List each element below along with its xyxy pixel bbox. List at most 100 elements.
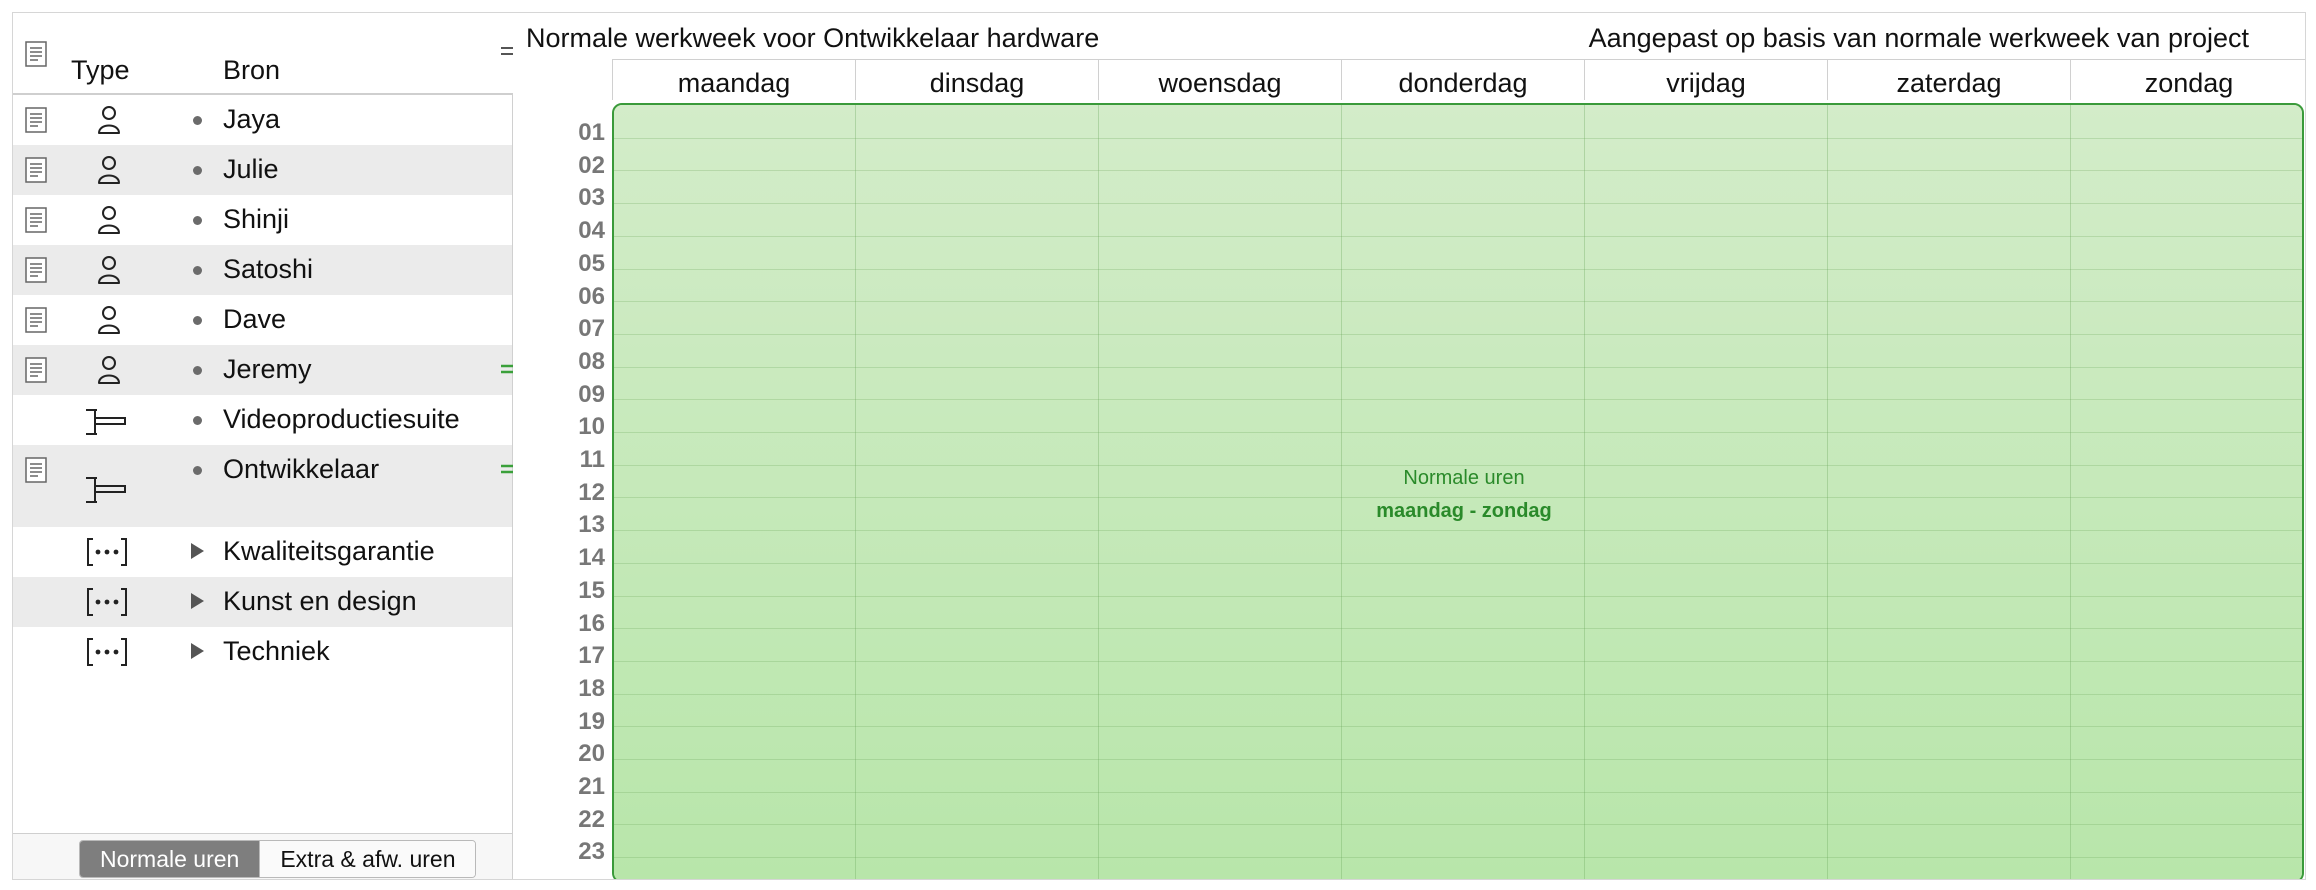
person-icon xyxy=(91,304,127,341)
note-icon[interactable] xyxy=(25,307,47,338)
bullet-icon xyxy=(193,116,202,125)
hour-gridline xyxy=(614,530,2302,532)
tab-extra-hours[interactable]: Extra & afw. uren xyxy=(259,841,476,877)
hour-label: 12 xyxy=(578,478,605,506)
hour-gridline xyxy=(614,333,2302,335)
resource-row[interactable]: Jaya xyxy=(13,95,512,145)
resource-name: Ontwikkelaar xyxy=(223,454,380,484)
hour-label: 03 xyxy=(578,184,605,212)
resource-name: Jaya xyxy=(223,104,281,134)
person-icon xyxy=(91,204,127,241)
note-icon[interactable] xyxy=(25,207,47,238)
note-icon[interactable] xyxy=(25,257,47,288)
tab-normal-hours[interactable]: Normale uren xyxy=(80,841,260,877)
bullet-icon xyxy=(193,416,202,425)
hour-gridline xyxy=(614,301,2302,303)
note-column-icon[interactable] xyxy=(25,41,47,72)
hour-gridline xyxy=(614,366,2302,368)
resource-row[interactable]: Ontwikkelaar xyxy=(13,445,513,527)
hour-gridline xyxy=(614,432,2302,433)
day-header-maandag[interactable]: maandag xyxy=(612,60,855,100)
block-range: maandag - zondag xyxy=(1376,500,1552,522)
hour-label: 18 xyxy=(578,674,605,702)
resource-row[interactable]: Techniek xyxy=(13,627,512,677)
note-icon[interactable] xyxy=(25,157,47,188)
resource-calendar-window: Type Bron Jaya Julie Shinji Satoshi Dave Jere… xyxy=(12,12,2306,880)
row-handle-icon[interactable] xyxy=(501,463,513,482)
bullet-icon xyxy=(193,466,202,475)
hour-gridline xyxy=(614,268,2302,270)
hour-gridline xyxy=(614,791,2302,793)
block-caption: Normale uren xyxy=(1403,467,1525,489)
note-icon[interactable] xyxy=(25,107,47,138)
hour-label: 20 xyxy=(578,740,605,768)
resource-row[interactable]: Jeremy xyxy=(13,345,513,395)
normal-hours-block[interactable]: Normale uren maandag - zondag xyxy=(612,103,2304,879)
bullet-icon xyxy=(193,216,202,225)
resource-row[interactable]: Kunst en design xyxy=(13,577,512,627)
hour-label: 15 xyxy=(578,576,605,604)
resource-name: Kunst en design xyxy=(223,586,417,616)
hour-gridline xyxy=(614,759,2302,760)
note-icon[interactable] xyxy=(25,357,47,388)
column-header-source[interactable]: Bron xyxy=(223,55,280,86)
hour-label: 10 xyxy=(578,413,605,441)
hour-label: 16 xyxy=(578,609,605,637)
day-header-row: maandag dinsdag woensdag donderdag vrijdag za… xyxy=(612,59,2305,100)
hour-label: 04 xyxy=(578,217,605,245)
column-resize-handle-icon[interactable] xyxy=(501,45,513,64)
hour-label: 06 xyxy=(578,282,605,310)
column-header-type[interactable]: Type xyxy=(71,55,130,86)
hour-label: 01 xyxy=(578,119,605,146)
hour-gridline xyxy=(614,824,2302,826)
day-header-dinsdag[interactable]: dinsdag xyxy=(855,60,1098,100)
note-icon[interactable] xyxy=(25,457,47,488)
day-header-zaterdag[interactable]: zaterdag xyxy=(1827,60,2070,100)
bullet-icon xyxy=(193,366,202,375)
group-icon xyxy=(87,536,129,573)
bullet-icon xyxy=(193,316,202,325)
resource-row[interactable]: Julie xyxy=(13,145,512,195)
calendar-title: Normale werkweek voor Ontwikkelaar hardw… xyxy=(526,23,1100,53)
equipment-icon xyxy=(86,454,129,513)
resource-row[interactable]: Satoshi xyxy=(13,245,512,295)
hour-label: 21 xyxy=(578,773,605,800)
day-header-woensdag[interactable]: woensdag xyxy=(1098,60,1341,100)
hour-gridline xyxy=(614,693,2302,695)
person-icon xyxy=(91,354,127,391)
hour-label: 08 xyxy=(578,347,605,375)
disclosure-triangle-icon[interactable] xyxy=(191,593,204,609)
group-icon xyxy=(87,586,129,623)
sidebar-footer: Normale uren Extra & afw. uren xyxy=(13,833,512,879)
hour-gridline xyxy=(614,595,2302,597)
resource-name: Techniek xyxy=(223,636,330,666)
row-handle-icon[interactable] xyxy=(501,363,513,382)
resource-row[interactable]: Dave xyxy=(13,295,512,345)
hour-gridline xyxy=(614,235,2302,237)
bullet-icon xyxy=(193,266,202,275)
resource-row[interactable]: Shinji xyxy=(13,195,512,245)
person-icon xyxy=(91,254,127,291)
person-icon xyxy=(91,154,127,191)
hour-label: 07 xyxy=(578,315,605,343)
hour-label: 17 xyxy=(578,642,605,670)
hour-gridline xyxy=(614,660,2302,662)
resource-row[interactable]: Videoproductiesuite xyxy=(13,395,512,445)
day-header-zondag[interactable]: zondag xyxy=(2070,60,2305,100)
hour-label: 11 xyxy=(579,446,605,473)
hour-gridline xyxy=(614,399,2302,401)
hours-mode-segmented-control: Normale uren Extra & afw. uren xyxy=(79,840,477,878)
day-gridline xyxy=(1098,105,1099,879)
disclosure-triangle-icon[interactable] xyxy=(191,643,204,659)
disclosure-triangle-icon[interactable] xyxy=(191,543,204,559)
hour-label: 13 xyxy=(578,511,605,539)
hour-gridline xyxy=(614,628,2302,630)
resource-row[interactable]: Kwaliteitsgarantie xyxy=(13,527,512,577)
resource-name: Shinji xyxy=(223,204,290,234)
resource-name: Dave xyxy=(223,304,287,334)
resource-list-header: Type Bron xyxy=(13,13,513,95)
day-header-donderdag[interactable]: donderdag xyxy=(1341,60,1584,100)
equipment-icon xyxy=(86,404,129,445)
day-header-vrijdag[interactable]: vrijdag xyxy=(1584,60,1827,100)
calendar-subtitle: Aangepast op basis van normale werkweek … xyxy=(1588,23,2249,53)
